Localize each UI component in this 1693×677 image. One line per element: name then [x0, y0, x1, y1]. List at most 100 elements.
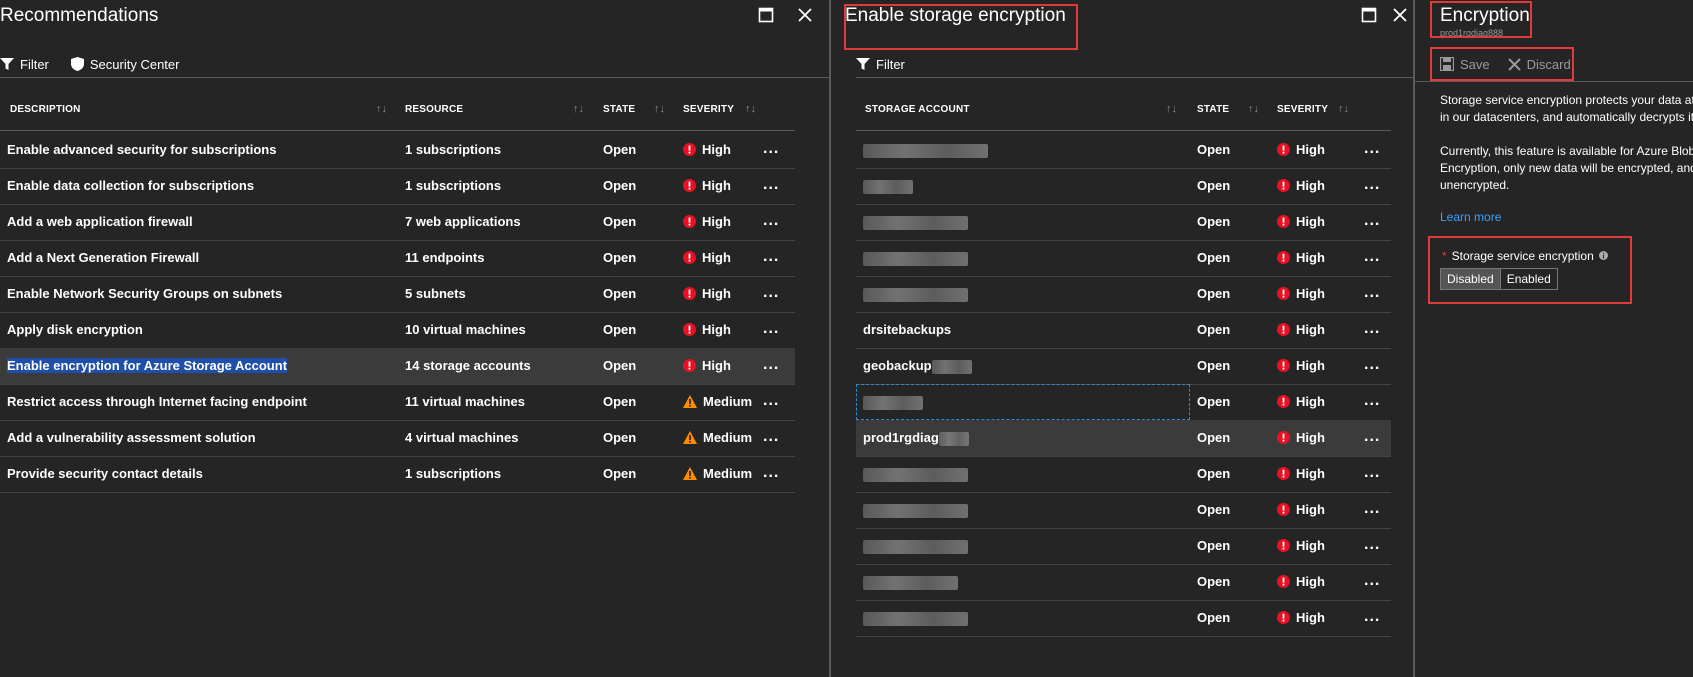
more-options-button[interactable]: ... — [763, 248, 779, 266]
col-resource[interactable]: RESOURCE — [405, 104, 463, 115]
error-icon — [1277, 575, 1290, 588]
more-options-button[interactable]: ... — [1364, 608, 1380, 626]
close-icon[interactable] — [797, 7, 815, 25]
table-row[interactable]: Open High... — [856, 456, 1391, 493]
table-row[interactable]: Open High... — [856, 132, 1391, 169]
more-options-button[interactable]: ... — [1364, 248, 1380, 266]
description-line: in our datacenters, and automatically de… — [1440, 110, 1693, 124]
redacted-name — [863, 143, 988, 158]
more-options-button[interactable]: ... — [1364, 140, 1380, 158]
table-row[interactable]: Provide security contact details 1 subscr… — [0, 456, 795, 493]
more-options-button[interactable]: ... — [763, 356, 779, 374]
table-row[interactable]: prod1rgdiag Open High... — [856, 420, 1391, 457]
col-state[interactable]: STATE — [603, 104, 635, 115]
table-row[interactable]: Open High... — [856, 168, 1391, 205]
col-state[interactable]: STATE — [1197, 104, 1229, 115]
col-severity[interactable]: SEVERITY — [1277, 104, 1328, 115]
more-options-button[interactable]: ... — [1364, 536, 1380, 554]
more-options-button[interactable]: ... — [1364, 320, 1380, 338]
severity-label: High — [1296, 214, 1325, 229]
table-row[interactable]: Open High... — [856, 240, 1391, 277]
table-row[interactable]: Open High... — [856, 492, 1391, 529]
row-state: Open — [603, 322, 637, 337]
row-severity: High — [683, 286, 731, 301]
more-options-button[interactable]: ... — [1364, 428, 1380, 446]
row-severity: Medium — [683, 430, 752, 445]
table-row[interactable]: Enable advanced security for subscriptio… — [0, 132, 795, 169]
sort-state-icon[interactable]: ↑↓ — [1248, 103, 1259, 115]
sort-description-icon[interactable]: ↑↓ — [376, 103, 387, 115]
toolbar-highlight-box — [1430, 47, 1574, 81]
table-row[interactable]: Add a vulnerability assessment solution 4… — [0, 420, 795, 457]
more-options-button[interactable]: ... — [1364, 356, 1380, 374]
maximize-icon[interactable] — [758, 7, 776, 25]
close-icon[interactable] — [1392, 7, 1410, 25]
sort-severity-icon[interactable]: ↑↓ — [745, 103, 756, 115]
redacted-name — [863, 215, 968, 230]
more-options-button[interactable]: ... — [1364, 500, 1380, 518]
table-row[interactable]: Enable Network Security Groups on subnet… — [0, 276, 795, 313]
row-state: Open — [1197, 394, 1231, 409]
table-row[interactable]: Restrict access through Internet facing … — [0, 384, 795, 421]
table-row[interactable]: geobackup Open High... — [856, 348, 1391, 385]
more-options-button[interactable]: ... — [763, 176, 779, 194]
security-center-button[interactable]: Security Center — [70, 56, 180, 72]
table-row[interactable]: Enable data collection for subscriptions… — [0, 168, 795, 205]
more-options-button[interactable]: ... — [763, 428, 779, 446]
redacted-name — [931, 359, 972, 374]
col-severity[interactable]: SEVERITY — [683, 104, 734, 115]
filter-label: Filter — [876, 56, 905, 72]
table-row[interactable]: Open High... — [856, 204, 1391, 241]
severity-label: High — [1296, 286, 1325, 301]
severity-label: High — [702, 250, 731, 265]
row-state: Open — [603, 214, 637, 229]
recommendations-blade: Recommendations Filter Security Center D… — [0, 0, 830, 677]
toolbar-divider — [856, 77, 1414, 78]
row-state: Open — [1197, 610, 1231, 625]
table-row[interactable]: drsitebackups Open High... — [856, 312, 1391, 349]
sort-account-icon[interactable]: ↑↓ — [1166, 103, 1177, 115]
table-row[interactable]: Apply disk encryption 10 virtual machines… — [0, 312, 795, 349]
description-paragraph-2: Currently, this feature is available for… — [1440, 143, 1693, 194]
severity-label: High — [1296, 502, 1325, 517]
maximize-icon[interactable] — [1361, 7, 1379, 25]
more-options-button[interactable]: ... — [1364, 176, 1380, 194]
sort-resource-icon[interactable]: ↑↓ — [573, 103, 584, 115]
table-row[interactable]: Open High... — [856, 564, 1391, 601]
col-description[interactable]: DESCRIPTION — [10, 104, 81, 115]
more-options-button[interactable]: ... — [1364, 572, 1380, 590]
warning-icon — [683, 431, 697, 444]
filter-button[interactable]: Filter — [856, 57, 905, 72]
row-severity: High — [1277, 178, 1325, 193]
row-state: Open — [1197, 178, 1231, 193]
filter-button[interactable]: Filter — [0, 57, 49, 72]
table-row[interactable]: Open High... — [856, 528, 1391, 565]
more-options-button[interactable]: ... — [1364, 284, 1380, 302]
row-severity: Medium — [683, 394, 752, 409]
table-row[interactable]: Open High... — [856, 276, 1391, 313]
row-state: Open — [603, 142, 637, 157]
more-options-button[interactable]: ... — [763, 320, 779, 338]
sort-state-icon[interactable]: ↑↓ — [654, 103, 665, 115]
learn-more-link[interactable]: Learn more — [1440, 210, 1501, 224]
more-options-button[interactable]: ... — [1364, 392, 1380, 410]
row-severity: High — [1277, 538, 1325, 553]
more-options-button[interactable]: ... — [1364, 464, 1380, 482]
table-row[interactable]: Open High... — [856, 600, 1391, 637]
table-row[interactable]: Enable encryption for Azure Storage Acco… — [0, 348, 795, 385]
row-severity: High — [1277, 430, 1325, 445]
more-options-button[interactable]: ... — [763, 464, 779, 482]
sort-severity-icon[interactable]: ↑↓ — [1338, 103, 1349, 115]
table-row[interactable]: Add a web application firewall 7 web appl… — [0, 204, 795, 241]
more-options-button[interactable]: ... — [763, 140, 779, 158]
security-center-label: Security Center — [89, 56, 180, 72]
more-options-button[interactable]: ... — [1364, 212, 1380, 230]
more-options-button[interactable]: ... — [763, 212, 779, 230]
more-options-button[interactable]: ... — [763, 392, 779, 410]
col-storage-account[interactable]: STORAGE ACCOUNT — [865, 104, 970, 115]
row-description: Apply disk encryption — [7, 322, 143, 337]
severity-label: High — [702, 286, 731, 301]
table-row[interactable]: Add a Next Generation Firewall 11 endpoin… — [0, 240, 795, 277]
row-severity: High — [1277, 214, 1325, 229]
more-options-button[interactable]: ... — [763, 284, 779, 302]
